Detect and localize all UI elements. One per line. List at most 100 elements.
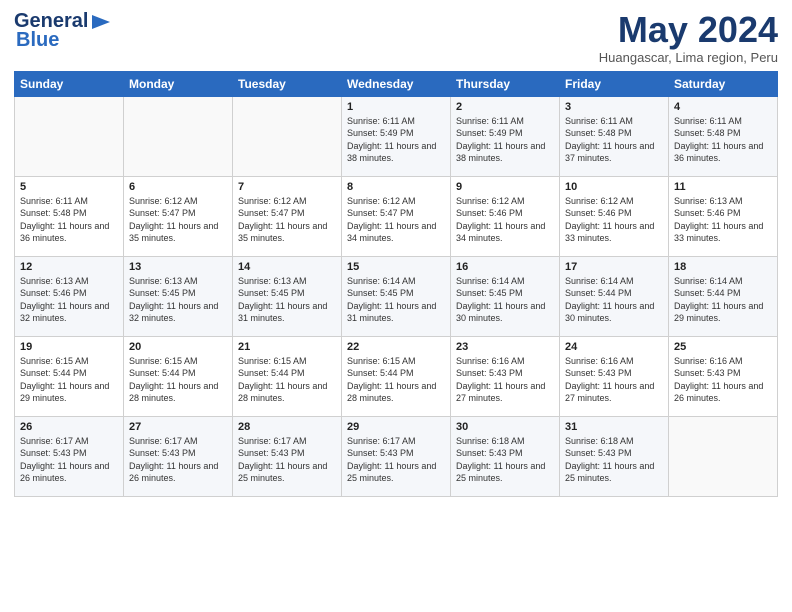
page-header: General Blue May 2024 Huangascar, Lima r… bbox=[14, 10, 778, 65]
calendar-cell: 29 Sunrise: 6:17 AM Sunset: 5:43 PM Dayli… bbox=[342, 416, 451, 496]
day-info: Sunrise: 6:11 AM Sunset: 5:48 PM Dayligh… bbox=[565, 115, 663, 165]
day-info: Sunrise: 6:17 AM Sunset: 5:43 PM Dayligh… bbox=[20, 435, 118, 485]
calendar-cell: 7Sunrise: 6:12 AM Sunset: 5:47 PM Daylig… bbox=[233, 176, 342, 256]
calendar-cell: 27 Sunrise: 6:17 AM Sunset: 5:43 PM Dayli… bbox=[124, 416, 233, 496]
logo-arrow-icon bbox=[90, 13, 112, 31]
day-info: Sunrise: 6:13 AM Sunset: 5:46 PM Dayligh… bbox=[20, 275, 118, 325]
calendar-cell: 6Sunrise: 6:12 AM Sunset: 5:47 PM Daylig… bbox=[124, 176, 233, 256]
day-info: Sunrise: 6:16 AM Sunset: 5:43 PM Dayligh… bbox=[456, 355, 554, 405]
calendar-cell: 4 Sunrise: 6:11 AM Sunset: 5:48 PM Daylig… bbox=[669, 96, 778, 176]
weekday-header: Thursday bbox=[451, 71, 560, 96]
day-info: Sunrise: 6:14 AM Sunset: 5:44 PM Dayligh… bbox=[674, 275, 772, 325]
day-info: Sunrise: 6:11 AM Sunset: 5:49 PM Dayligh… bbox=[347, 115, 445, 165]
day-number: 16 bbox=[456, 261, 554, 273]
weekday-header: Tuesday bbox=[233, 71, 342, 96]
weekday-header: Monday bbox=[124, 71, 233, 96]
calendar-cell bbox=[233, 96, 342, 176]
day-info: Sunrise: 6:17 AM Sunset: 5:43 PM Dayligh… bbox=[347, 435, 445, 485]
day-info: Sunrise: 6:16 AM Sunset: 5:43 PM Dayligh… bbox=[674, 355, 772, 405]
calendar-cell: 21Sunrise: 6:15 AM Sunset: 5:44 PM Dayli… bbox=[233, 336, 342, 416]
day-info: Sunrise: 6:14 AM Sunset: 5:45 PM Dayligh… bbox=[347, 275, 445, 325]
day-number: 27 bbox=[129, 421, 227, 433]
day-info: Sunrise: 6:13 AM Sunset: 5:45 PM Dayligh… bbox=[129, 275, 227, 325]
day-number: 28 bbox=[238, 421, 336, 433]
day-info: Sunrise: 6:11 AM Sunset: 5:48 PM Dayligh… bbox=[20, 195, 118, 245]
day-number: 3 bbox=[565, 101, 663, 113]
logo-blue: Blue bbox=[16, 29, 59, 52]
day-number: 8 bbox=[347, 181, 445, 193]
day-number: 4 bbox=[674, 101, 772, 113]
calendar-week-row: 12 Sunrise: 6:13 AM Sunset: 5:46 PM Dayli… bbox=[15, 256, 778, 336]
day-number: 5 bbox=[20, 181, 118, 193]
calendar-cell: 1 Sunrise: 6:11 AM Sunset: 5:49 PM Daylig… bbox=[342, 96, 451, 176]
day-number: 29 bbox=[347, 421, 445, 433]
day-number: 13 bbox=[129, 261, 227, 273]
calendar-cell: 31 Sunrise: 6:18 AM Sunset: 5:43 PM Dayli… bbox=[560, 416, 669, 496]
calendar-cell bbox=[124, 96, 233, 176]
weekday-header: Sunday bbox=[15, 71, 124, 96]
day-info: Sunrise: 6:17 AM Sunset: 5:43 PM Dayligh… bbox=[129, 435, 227, 485]
calendar-cell: 11Sunrise: 6:13 AM Sunset: 5:46 PM Dayli… bbox=[669, 176, 778, 256]
calendar-cell: 8 Sunrise: 6:12 AM Sunset: 5:47 PM Daylig… bbox=[342, 176, 451, 256]
day-number: 1 bbox=[347, 101, 445, 113]
day-info: Sunrise: 6:13 AM Sunset: 5:45 PM Dayligh… bbox=[238, 275, 336, 325]
day-number: 20 bbox=[129, 341, 227, 353]
calendar-cell: 20 Sunrise: 6:15 AM Sunset: 5:44 PM Dayli… bbox=[124, 336, 233, 416]
day-number: 18 bbox=[674, 261, 772, 273]
day-info: Sunrise: 6:12 AM Sunset: 5:46 PM Dayligh… bbox=[565, 195, 663, 245]
day-info: Sunrise: 6:15 AM Sunset: 5:44 PM Dayligh… bbox=[129, 355, 227, 405]
calendar-cell: 18 Sunrise: 6:14 AM Sunset: 5:44 PM Dayli… bbox=[669, 256, 778, 336]
day-number: 15 bbox=[347, 261, 445, 273]
weekday-header: Friday bbox=[560, 71, 669, 96]
calendar-cell: 23 Sunrise: 6:16 AM Sunset: 5:43 PM Dayli… bbox=[451, 336, 560, 416]
day-number: 14 bbox=[238, 261, 336, 273]
day-number: 31 bbox=[565, 421, 663, 433]
day-number: 12 bbox=[20, 261, 118, 273]
calendar-cell: 25Sunrise: 6:16 AM Sunset: 5:43 PM Dayli… bbox=[669, 336, 778, 416]
day-number: 7 bbox=[238, 181, 336, 193]
weekday-header: Wednesday bbox=[342, 71, 451, 96]
calendar-cell: 22Sunrise: 6:15 AM Sunset: 5:44 PM Dayli… bbox=[342, 336, 451, 416]
day-info: Sunrise: 6:11 AM Sunset: 5:48 PM Dayligh… bbox=[674, 115, 772, 165]
calendar-cell: 26 Sunrise: 6:17 AM Sunset: 5:43 PM Dayli… bbox=[15, 416, 124, 496]
calendar-cell: 16 Sunrise: 6:14 AM Sunset: 5:45 PM Dayli… bbox=[451, 256, 560, 336]
day-info: Sunrise: 6:16 AM Sunset: 5:43 PM Dayligh… bbox=[565, 355, 663, 405]
calendar-table: SundayMondayTuesdayWednesdayThursdayFrid… bbox=[14, 71, 778, 497]
day-number: 26 bbox=[20, 421, 118, 433]
day-info: Sunrise: 6:15 AM Sunset: 5:44 PM Dayligh… bbox=[238, 355, 336, 405]
day-info: Sunrise: 6:12 AM Sunset: 5:47 PM Dayligh… bbox=[347, 195, 445, 245]
calendar-cell: 13 Sunrise: 6:13 AM Sunset: 5:45 PM Dayli… bbox=[124, 256, 233, 336]
day-number: 24 bbox=[565, 341, 663, 353]
calendar-cell: 5 Sunrise: 6:11 AM Sunset: 5:48 PM Daylig… bbox=[15, 176, 124, 256]
day-info: Sunrise: 6:11 AM Sunset: 5:49 PM Dayligh… bbox=[456, 115, 554, 165]
calendar-body: 1 Sunrise: 6:11 AM Sunset: 5:49 PM Daylig… bbox=[15, 96, 778, 496]
calendar-cell bbox=[669, 416, 778, 496]
calendar-cell: 30Sunrise: 6:18 AM Sunset: 5:43 PM Dayli… bbox=[451, 416, 560, 496]
title-area: May 2024 Huangascar, Lima region, Peru bbox=[599, 10, 778, 65]
day-info: Sunrise: 6:14 AM Sunset: 5:44 PM Dayligh… bbox=[565, 275, 663, 325]
calendar-cell: 3 Sunrise: 6:11 AM Sunset: 5:48 PM Daylig… bbox=[560, 96, 669, 176]
calendar-cell: 15 Sunrise: 6:14 AM Sunset: 5:45 PM Dayli… bbox=[342, 256, 451, 336]
day-number: 10 bbox=[565, 181, 663, 193]
calendar-cell: 28 Sunrise: 6:17 AM Sunset: 5:43 PM Dayli… bbox=[233, 416, 342, 496]
day-number: 19 bbox=[20, 341, 118, 353]
day-info: Sunrise: 6:18 AM Sunset: 5:43 PM Dayligh… bbox=[565, 435, 663, 485]
day-info: Sunrise: 6:14 AM Sunset: 5:45 PM Dayligh… bbox=[456, 275, 554, 325]
calendar-week-row: 5 Sunrise: 6:11 AM Sunset: 5:48 PM Daylig… bbox=[15, 176, 778, 256]
day-number: 23 bbox=[456, 341, 554, 353]
day-info: Sunrise: 6:12 AM Sunset: 5:46 PM Dayligh… bbox=[456, 195, 554, 245]
logo: General Blue bbox=[14, 10, 112, 52]
day-number: 30 bbox=[456, 421, 554, 433]
calendar-cell: 17Sunrise: 6:14 AM Sunset: 5:44 PM Dayli… bbox=[560, 256, 669, 336]
calendar-week-row: 19 Sunrise: 6:15 AM Sunset: 5:44 PM Dayli… bbox=[15, 336, 778, 416]
day-number: 2 bbox=[456, 101, 554, 113]
calendar-cell: 14 Sunrise: 6:13 AM Sunset: 5:45 PM Dayli… bbox=[233, 256, 342, 336]
calendar-cell: 9Sunrise: 6:12 AM Sunset: 5:46 PM Daylig… bbox=[451, 176, 560, 256]
calendar-cell: 24 Sunrise: 6:16 AM Sunset: 5:43 PM Dayli… bbox=[560, 336, 669, 416]
calendar-cell: 19Sunrise: 6:15 AM Sunset: 5:44 PM Dayli… bbox=[15, 336, 124, 416]
calendar-week-row: 1 Sunrise: 6:11 AM Sunset: 5:49 PM Daylig… bbox=[15, 96, 778, 176]
day-number: 6 bbox=[129, 181, 227, 193]
calendar-week-row: 26 Sunrise: 6:17 AM Sunset: 5:43 PM Dayli… bbox=[15, 416, 778, 496]
calendar-cell: 2 Sunrise: 6:11 AM Sunset: 5:49 PM Daylig… bbox=[451, 96, 560, 176]
day-info: Sunrise: 6:17 AM Sunset: 5:43 PM Dayligh… bbox=[238, 435, 336, 485]
